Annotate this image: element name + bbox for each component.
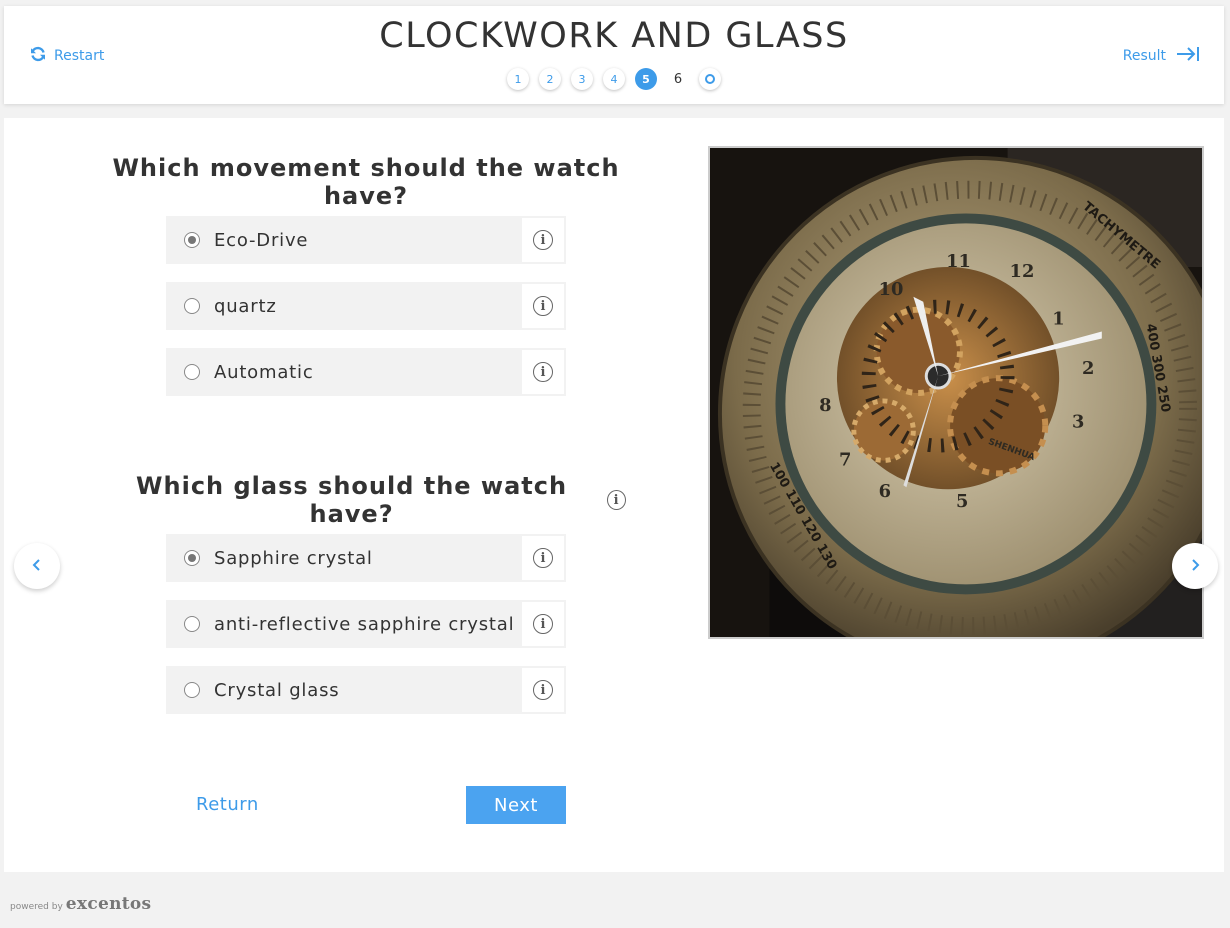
svg-text:3: 3 — [1072, 412, 1084, 433]
option-quartz[interactable]: quartz i — [166, 282, 566, 330]
step-1[interactable]: 1 — [507, 68, 529, 90]
radio-unchecked[interactable] — [184, 616, 200, 632]
info-button[interactable]: i — [520, 666, 566, 714]
watch-illustration: 11 12 10 1 2 3 8 7 5 6 TACHYMETRE 400 30… — [710, 148, 1202, 637]
info-icon: i — [533, 680, 553, 700]
chevron-left-icon — [30, 557, 44, 576]
option-crystal-glass[interactable]: Crystal glass i — [166, 666, 566, 714]
info-button[interactable]: i — [520, 216, 566, 264]
step-indicator: 1 2 3 4 5 6 — [4, 68, 1224, 90]
option-label: Eco-Drive — [214, 229, 309, 251]
option-anti-reflective-sapphire[interactable]: anti-reflective sapphire crystal i — [166, 600, 566, 648]
glass-options: Sapphire crystal i anti-reflective sapph… — [166, 534, 566, 732]
radio-checked[interactable] — [184, 232, 200, 248]
info-icon: i — [533, 362, 553, 382]
question-panel: Which movement should the watch have? Ec… — [4, 118, 1224, 872]
next-button[interactable]: Next — [466, 786, 566, 824]
svg-text:8: 8 — [819, 395, 831, 416]
svg-text:7: 7 — [839, 449, 851, 470]
option-automatic[interactable]: Automatic i — [166, 348, 566, 396]
powered-by-text: powered by — [10, 902, 63, 912]
step-3[interactable]: 3 — [571, 68, 593, 90]
header-bar: Restart CLOCKWORK AND GLASS 1 2 3 4 5 6 … — [4, 6, 1224, 104]
option-label: Sapphire crystal — [214, 547, 373, 569]
info-icon: i — [533, 548, 553, 568]
circle-icon — [705, 74, 715, 84]
option-eco-drive[interactable]: Eco-Drive i — [166, 216, 566, 264]
info-icon: i — [533, 230, 553, 250]
product-image: 11 12 10 1 2 3 8 7 5 6 TACHYMETRE 400 30… — [708, 146, 1204, 639]
footer-branding: powered by excentos — [10, 894, 151, 914]
info-icon: i — [533, 614, 553, 634]
radio-checked[interactable] — [184, 550, 200, 566]
info-icon[interactable]: i — [607, 490, 626, 510]
svg-text:5: 5 — [956, 491, 968, 512]
svg-text:11: 11 — [946, 251, 971, 272]
return-link[interactable]: Return — [196, 794, 259, 815]
radio-unchecked[interactable] — [184, 298, 200, 314]
next-arrow-button[interactable] — [1172, 543, 1218, 589]
info-icon: i — [533, 296, 553, 316]
svg-text:10: 10 — [879, 279, 904, 300]
option-label: quartz — [214, 295, 277, 317]
step-5-current[interactable]: 5 — [635, 68, 657, 90]
question-text: Which glass should the watch have? — [136, 472, 568, 528]
previous-arrow-button[interactable] — [14, 543, 60, 589]
brand-logo[interactable]: excentos — [66, 894, 152, 914]
result-label: Result — [1122, 48, 1166, 64]
info-button[interactable]: i — [520, 534, 566, 582]
step-result[interactable] — [699, 68, 721, 90]
svg-text:12: 12 — [1010, 261, 1035, 282]
info-button[interactable]: i — [520, 348, 566, 396]
svg-text:2: 2 — [1082, 358, 1094, 379]
brand-text: excentos — [65, 894, 152, 914]
option-label: anti-reflective sapphire crystal — [214, 613, 515, 635]
option-label: Automatic — [214, 361, 314, 383]
radio-unchecked[interactable] — [184, 364, 200, 380]
question-movement: Which movement should the watch have? — [112, 154, 620, 210]
step-6[interactable]: 6 — [667, 68, 689, 90]
info-button[interactable]: i — [520, 600, 566, 648]
step-2[interactable]: 2 — [539, 68, 561, 90]
info-button[interactable]: i — [520, 282, 566, 330]
option-label: Crystal glass — [214, 679, 340, 701]
svg-text:6: 6 — [879, 481, 891, 502]
question-glass: Which glass should the watch have? i — [106, 472, 626, 528]
page-title: CLOCKWORK AND GLASS — [379, 16, 849, 56]
arrow-to-end-icon — [1176, 46, 1200, 66]
result-button[interactable]: Result — [1123, 46, 1200, 66]
option-sapphire-crystal[interactable]: Sapphire crystal i — [166, 534, 566, 582]
movement-options: Eco-Drive i quartz i Automatic i — [166, 216, 566, 414]
step-4[interactable]: 4 — [603, 68, 625, 90]
radio-unchecked[interactable] — [184, 682, 200, 698]
chevron-right-icon — [1188, 557, 1202, 576]
svg-text:1: 1 — [1052, 309, 1064, 330]
